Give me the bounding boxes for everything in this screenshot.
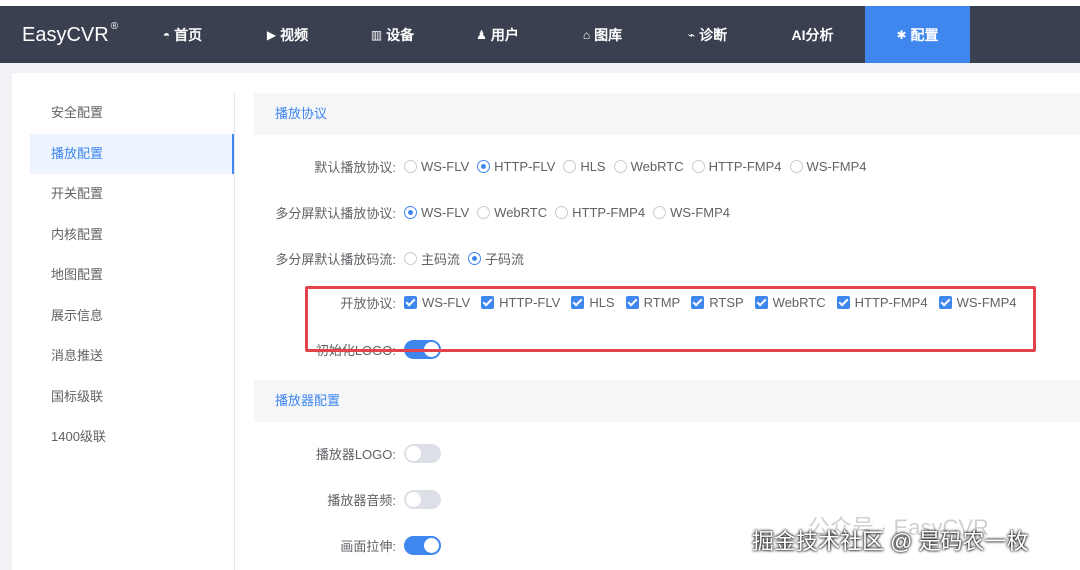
brand-text: EasyCVR bbox=[22, 24, 109, 46]
radio-icon[interactable] bbox=[653, 205, 667, 219]
section-play-protocol: 播放协议 bbox=[254, 93, 1080, 135]
option-label: HTTP-FMP4 bbox=[708, 158, 782, 174]
default-protocol-label: 默认播放协议: bbox=[314, 159, 396, 175]
nav-label: 图库 bbox=[594, 26, 623, 43]
default-protocol-option[interactable]: HTTP-FLV bbox=[477, 159, 555, 174]
sidebar-item-8[interactable]: 1400级联 bbox=[30, 417, 234, 458]
default-protocol-option[interactable]: HTTP-FMP4 bbox=[691, 158, 782, 174]
sidebar-item-2[interactable]: 开关配置 bbox=[30, 174, 234, 215]
play-icon: ▶ bbox=[266, 27, 277, 42]
multi-stream-label: 多分屏默认播放码流: bbox=[275, 251, 396, 267]
user-icon: ♟ bbox=[476, 27, 487, 42]
sidebar-item-0[interactable]: 安全配置 bbox=[30, 93, 234, 134]
section-player-config: 播放器配置 bbox=[254, 380, 1080, 422]
option-label: WS-FMP4 bbox=[806, 158, 867, 174]
multi-stream-row: 多分屏默认播放码流: 主码流 子码流 bbox=[254, 248, 532, 268]
config-sidebar: 安全配置 播放配置 开关配置 内核配置 地图配置 展示信息 消息推送 国标级联 1400级联 bbox=[30, 93, 235, 570]
gallery-icon: ⌂ bbox=[582, 27, 591, 42]
sidebar-item-4[interactable]: 地图配置 bbox=[30, 255, 234, 296]
highlight-box bbox=[305, 286, 1036, 352]
radio-icon[interactable] bbox=[404, 205, 417, 219]
default-protocol-option[interactable]: WebRTC bbox=[613, 158, 684, 174]
nav-label: 配置 bbox=[910, 26, 939, 43]
option-label: HTTP-FLV bbox=[494, 158, 556, 174]
nav-label: 诊断 bbox=[699, 26, 728, 43]
multi-protocol-option[interactable]: HTTP-FMP4 bbox=[555, 205, 645, 220]
sidebar-item-5[interactable]: 展示信息 bbox=[30, 296, 234, 337]
multi-protocol-option[interactable]: WS-FMP4 bbox=[653, 205, 730, 220]
multi-stream-radio-group: 主码流 子码流 bbox=[404, 249, 532, 268]
brand-logo[interactable]: EasyCVR ® bbox=[22, 21, 119, 47]
radio-icon[interactable] bbox=[477, 159, 491, 173]
option-label: WS-FMP4 bbox=[670, 204, 731, 220]
multi-protocol-label: 多分屏默认播放协议: bbox=[275, 205, 396, 221]
multi-protocol-radio-group: WS-FLV WebRTC HTTP-FMP4 WS-FMP4 bbox=[404, 205, 738, 220]
multi-protocol-option[interactable]: WebRTC bbox=[477, 205, 547, 220]
nav-item-4[interactable]: ⌂ 图库 bbox=[550, 6, 655, 63]
nav-item-6[interactable]: AI分析 bbox=[760, 6, 865, 63]
multi-protocol-row: 多分屏默认播放协议: WS-FLV WebRTC HTTP-FMP4 WS-FMP4 bbox=[254, 202, 738, 222]
default-protocol-option[interactable]: WS-FLV bbox=[404, 159, 469, 174]
nav-item-0[interactable]: ◓ 首页 bbox=[130, 6, 235, 63]
nav-label: AI分析 bbox=[791, 26, 834, 43]
radio-icon[interactable] bbox=[613, 159, 627, 173]
stretch-toggle[interactable] bbox=[404, 535, 441, 555]
radio-icon[interactable] bbox=[404, 251, 417, 265]
device-icon: ▥ bbox=[370, 27, 383, 42]
option-label: WebRTC bbox=[630, 158, 684, 174]
player-audio-row: 播放器音频: bbox=[254, 489, 441, 509]
nav-label: 设备 bbox=[386, 26, 415, 43]
sidebar-item-7[interactable]: 国标级联 bbox=[30, 377, 234, 418]
nav-label: 视频 bbox=[280, 26, 309, 43]
stretch-label: 画面拉伸: bbox=[340, 538, 396, 554]
top-navbar: EasyCVR ® ◓ 首页 ▶ 视频 ▥ 设备 ♟ 用户 ⌂ 图库 ⌁ 诊断 AI分析 ✱ 配置 bbox=[0, 0, 1080, 63]
multi-protocol-option[interactable]: WS-FLV bbox=[404, 205, 469, 220]
radio-icon[interactable] bbox=[468, 251, 482, 265]
radio-icon[interactable] bbox=[555, 205, 569, 219]
gear-icon: ✱ bbox=[896, 27, 907, 42]
default-protocol-option[interactable]: HLS bbox=[563, 158, 606, 174]
watermark: 掘金技术社区 @ 是码农一枚 bbox=[752, 529, 1029, 554]
radio-icon[interactable] bbox=[563, 159, 577, 173]
player-logo-toggle[interactable] bbox=[404, 443, 441, 463]
option-label: HLS bbox=[580, 158, 606, 174]
header-gap bbox=[0, 63, 1080, 73]
nav-item-2[interactable]: ▥ 设备 bbox=[340, 6, 445, 63]
dashboard-icon: ◓ bbox=[162, 27, 171, 42]
nav-label: 首页 bbox=[174, 26, 203, 43]
sidebar-item-1[interactable]: 播放配置 bbox=[30, 133, 234, 174]
player-audio-label: 播放器音频: bbox=[327, 492, 396, 508]
sidebar-item-6[interactable]: 消息推送 bbox=[30, 336, 234, 377]
option-label: 子码流 bbox=[485, 251, 525, 267]
main-nav: ◓ 首页 ▶ 视频 ▥ 设备 ♟ 用户 ⌂ 图库 ⌁ 诊断 AI分析 ✱ 配置 bbox=[130, 6, 970, 63]
multi-stream-option[interactable]: 主码流 bbox=[404, 249, 460, 268]
option-label: HTTP-FMP4 bbox=[572, 204, 646, 220]
player-logo-label: 播放器LOGO: bbox=[315, 446, 396, 462]
diagnosis-icon: ⌁ bbox=[687, 27, 696, 42]
player-audio-toggle[interactable] bbox=[404, 489, 441, 509]
stretch-row: 画面拉伸: bbox=[254, 535, 441, 555]
radio-icon[interactable] bbox=[691, 159, 705, 173]
multi-stream-option[interactable]: 子码流 bbox=[468, 249, 524, 268]
option-label: WS-FLV bbox=[421, 158, 470, 174]
nav-label: 用户 bbox=[490, 26, 519, 43]
sidebar-item-3[interactable]: 内核配置 bbox=[30, 215, 234, 256]
default-protocol-radio-group: WS-FLV HTTP-FLV HLS WebRTC HTTP-FMP4 WS-FMP4 bbox=[404, 159, 875, 174]
default-protocol-row: 默认播放协议: WS-FLV HTTP-FLV HLS WebRTC HTTP-FMP4… bbox=[254, 156, 875, 176]
registered-mark: ® bbox=[110, 21, 119, 33]
nav-item-1[interactable]: ▶ 视频 bbox=[235, 6, 340, 63]
radio-icon[interactable] bbox=[404, 159, 417, 173]
radio-icon[interactable] bbox=[789, 159, 803, 173]
radio-icon[interactable] bbox=[477, 205, 491, 219]
player-logo-row: 播放器LOGO: bbox=[254, 443, 441, 463]
option-label: WS-FLV bbox=[421, 204, 470, 220]
nav-item-3[interactable]: ♟ 用户 bbox=[445, 6, 550, 63]
option-label: WebRTC bbox=[494, 204, 548, 220]
nav-item-5[interactable]: ⌁ 诊断 bbox=[655, 6, 760, 63]
default-protocol-option[interactable]: WS-FMP4 bbox=[789, 158, 867, 174]
nav-item-7[interactable]: ✱ 配置 bbox=[865, 6, 970, 63]
option-label: 主码流 bbox=[421, 251, 461, 267]
page-margin bbox=[0, 73, 12, 570]
